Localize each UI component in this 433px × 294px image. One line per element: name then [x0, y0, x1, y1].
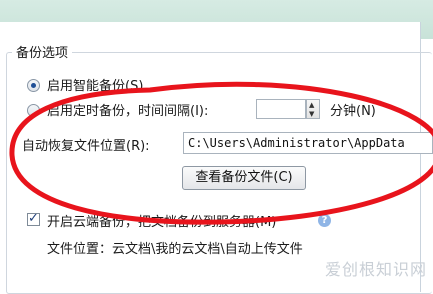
group-title: 备份选项	[12, 42, 73, 61]
interval-input[interactable]	[256, 99, 306, 119]
view-backup-button[interactable]: 查看备份文件(C)	[182, 166, 306, 190]
interval-spinner[interactable]: ▲ ▼	[306, 99, 320, 119]
restore-path-field[interactable]: C:\Users\Administrator\AppData	[183, 132, 433, 154]
timed-backup-label: 启用定时备份，时间间隔(I):	[47, 104, 209, 119]
help-icon[interactable]: ?	[318, 214, 331, 227]
interval-unit-label: 分钟(N)	[330, 104, 376, 119]
smart-backup-radio[interactable]	[27, 79, 40, 92]
file-location-text: 文件位置：云文档\我的云文档\自动上传文件	[47, 242, 303, 257]
watermark: 爱创根知识网	[324, 260, 427, 279]
cloud-backup-checkbox[interactable]	[27, 211, 40, 226]
cloud-backup-label: 开启云端备份，把文档备份到服务器(M)	[47, 215, 277, 230]
restore-path-label: 自动恢复文件位置(R):	[22, 139, 150, 154]
spin-up-icon[interactable]: ▲	[309, 101, 314, 109]
smart-backup-label: 启用智能备份(S)	[47, 79, 144, 94]
timed-backup-radio[interactable]	[27, 104, 40, 117]
spin-down-icon[interactable]: ▼	[309, 110, 314, 118]
